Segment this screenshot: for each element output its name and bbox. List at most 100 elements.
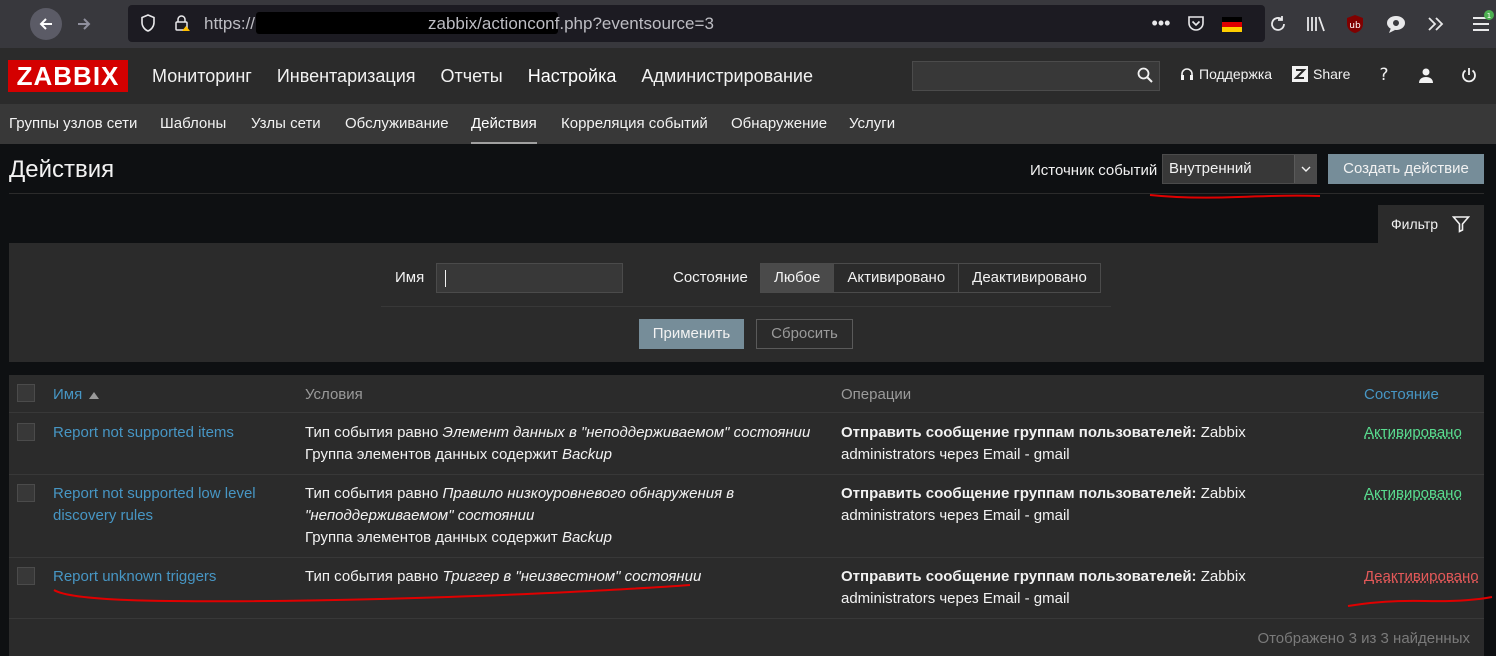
ublock-icon[interactable]: ub <box>1343 12 1367 36</box>
status-toggle[interactable]: Деактивировано <box>1364 566 1479 588</box>
condition-value: Правило низкоуровневого обнаружения в <box>442 485 735 502</box>
arrow-right-icon <box>78 18 91 30</box>
row-divider <box>9 474 1484 475</box>
global-search-input[interactable] <box>912 61 1160 91</box>
actions-table: Имя Условия Операции Состояние Report no… <box>9 375 1484 656</box>
user-profile-icon[interactable] <box>1415 64 1437 86</box>
app-menu-icon[interactable]: 1 <box>1464 10 1496 36</box>
chevron-down-icon[interactable] <box>1294 155 1316 183</box>
subnav-event-correlation[interactable]: Корреляция событий <box>561 104 708 144</box>
share-z-icon <box>1292 66 1308 82</box>
header-name-label: Имя <box>53 386 83 403</box>
operation-title: Отправить сообщение группам пользователе… <box>841 485 1197 502</box>
menu-inventory[interactable]: Инвентаризация <box>277 66 416 87</box>
operation-detail: administrators через Email - gmail <box>841 446 1070 463</box>
subnav-actions[interactable]: Действия <box>471 104 537 144</box>
lock-warning-icon[interactable] <box>170 11 194 35</box>
back-button[interactable] <box>30 8 62 40</box>
filter-name-input[interactable] <box>436 263 623 293</box>
operation-title: Отправить сообщение группам пользователе… <box>841 568 1197 585</box>
subnav-templates[interactable]: Шаблоны <box>160 104 226 144</box>
condition-prefix: Тип события равно <box>305 485 443 502</box>
row-checkbox[interactable] <box>17 484 35 502</box>
reset-button[interactable]: Сбросить <box>756 319 853 349</box>
header-name[interactable]: Имя <box>53 386 100 403</box>
operation-detail: administrators через Email - gmail <box>841 507 1070 524</box>
header-status[interactable]: Состояние <box>1364 386 1439 403</box>
german-flag-icon[interactable] <box>1220 12 1244 36</box>
row-checkbox[interactable] <box>17 423 35 441</box>
row-checkbox[interactable] <box>17 567 35 585</box>
filter-label: Фильтр <box>1391 216 1439 232</box>
chat-extension-icon[interactable] <box>1384 12 1408 36</box>
shield-icon[interactable] <box>136 11 160 35</box>
reload-icon[interactable] <box>1266 12 1290 36</box>
event-source-label: Источник событий <box>1030 162 1158 179</box>
condition-prefix: Тип события равно <box>305 424 443 441</box>
svg-text:1: 1 <box>1487 12 1491 20</box>
zabbix-logo[interactable]: ZABBIX <box>8 60 128 92</box>
menu-monitoring[interactable]: Мониторинг <box>152 66 252 87</box>
text-cursor <box>445 270 446 287</box>
menu-configuration[interactable]: Настройка <box>528 66 617 87</box>
filter-divider <box>381 306 1111 307</box>
more-actions-icon[interactable]: ••• <box>1149 11 1173 35</box>
share-label: Share <box>1313 66 1351 82</box>
operation-detail: Zabbix <box>1196 485 1246 502</box>
action-name-link[interactable]: Report not supported items <box>53 422 234 444</box>
operations-cell: Отправить сообщение группам пользователе… <box>841 566 1246 610</box>
menu-reports[interactable]: Отчеты <box>441 66 503 87</box>
help-icon[interactable]: ? <box>1373 64 1395 86</box>
sort-ascending-icon <box>89 392 100 399</box>
sub-navigation: Группы узлов сети Шаблоны Узлы сети Обсл… <box>0 104 1496 144</box>
row-divider <box>9 618 1484 619</box>
support-link[interactable]: Поддержка <box>1180 66 1272 82</box>
support-label: Поддержка <box>1199 66 1273 82</box>
main-header: ZABBIX Мониторинг Инвентаризация Отчеты … <box>0 48 1496 104</box>
state-option-any[interactable]: Любое <box>761 264 835 292</box>
action-name-line: Report not supported low level <box>53 485 256 502</box>
main-menu: Мониторинг Инвентаризация Отчеты Настрой… <box>152 48 838 104</box>
event-source-value: Внутренний <box>1169 160 1252 177</box>
filter-tab[interactable]: Фильтр <box>1378 205 1484 243</box>
sign-out-icon[interactable] <box>1458 64 1480 86</box>
select-all-checkbox[interactable] <box>17 384 35 402</box>
subnav-discovery[interactable]: Обнаружение <box>731 104 827 144</box>
condition-line: Тип события равно Элемент данных в "непо… <box>305 422 810 444</box>
search-icon[interactable] <box>1137 67 1153 87</box>
url-path: zabbix/actionconf.php?eventsource=3 <box>428 14 714 33</box>
forward-button[interactable] <box>68 8 100 40</box>
status-toggle[interactable]: Активировано <box>1364 422 1462 444</box>
address-bar[interactable]: https:// zabbix/actionconf.php?eventsour… <box>128 5 1265 42</box>
subnav-host-groups[interactable]: Группы узлов сети <box>9 104 137 144</box>
browser-toolbar: https:// zabbix/actionconf.php?eventsour… <box>0 0 1496 48</box>
status-toggle[interactable]: Активировано <box>1364 483 1462 505</box>
funnel-icon <box>1452 216 1471 233</box>
state-option-enabled[interactable]: Активировано <box>834 264 960 292</box>
arrow-left-icon <box>39 18 52 30</box>
subnav-maintenance[interactable]: Обслуживание <box>345 104 449 144</box>
menu-administration[interactable]: Администрирование <box>641 66 813 87</box>
condition-line: Группа элементов данных содержит Backup <box>305 444 810 466</box>
action-name-line: discovery rules <box>53 507 154 524</box>
condition-value: Элемент данных в "неподдерживаемом" сост… <box>442 424 811 441</box>
condition-value: Backup <box>561 529 612 546</box>
action-name-link[interactable]: Report not supported low level discovery… <box>53 483 256 527</box>
overflow-menu-icon[interactable] <box>1424 12 1448 36</box>
library-icon[interactable] <box>1304 12 1328 36</box>
annotation-underline <box>1347 596 1493 607</box>
conditions-cell: Тип события равно Правило низкоуровневог… <box>305 483 734 549</box>
event-source-select[interactable]: Внутренний <box>1162 154 1317 184</box>
operation-detail: administrators через Email - gmail <box>841 590 1070 607</box>
condition-value: Backup <box>561 446 612 463</box>
operation-detail: Zabbix <box>1196 568 1246 585</box>
header-operations: Операции <box>841 386 912 403</box>
state-option-disabled[interactable]: Деактивировано <box>959 264 1100 292</box>
create-action-button[interactable]: Создать действие <box>1328 154 1484 184</box>
share-link[interactable]: Share <box>1292 66 1350 82</box>
filter-state-label: Состояние <box>673 269 748 286</box>
apply-button[interactable]: Применить <box>639 319 744 349</box>
subnav-services[interactable]: Услуги <box>849 104 895 144</box>
pocket-icon[interactable] <box>1184 11 1208 35</box>
subnav-hosts[interactable]: Узлы сети <box>251 104 321 144</box>
